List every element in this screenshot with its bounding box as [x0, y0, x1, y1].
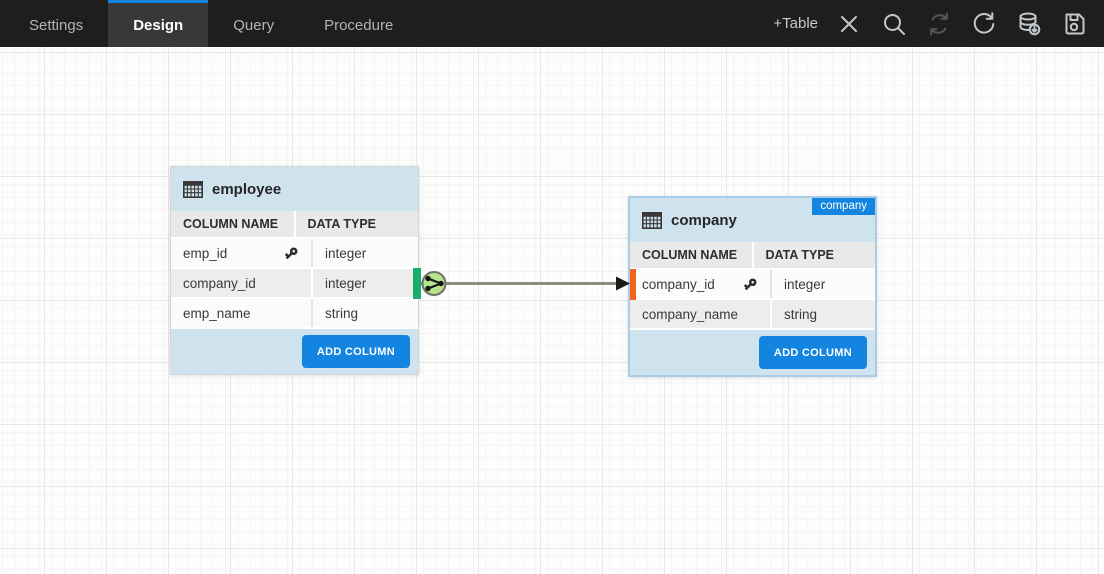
table-title: company [671, 212, 737, 229]
table-header-employee[interactable]: employee [171, 167, 418, 211]
data-type: string [313, 299, 418, 327]
search-icon[interactable] [880, 10, 908, 38]
design-canvas[interactable]: employee COLUMN NAME DATA TYPE emp_id in… [0, 47, 1104, 574]
data-type: integer [772, 270, 875, 298]
table-rows: emp_id integer company_id integer emp [171, 239, 418, 329]
add-table-button[interactable]: +Table [773, 15, 818, 32]
tab-settings[interactable]: Settings [4, 0, 108, 47]
column-name: company_id [183, 276, 256, 291]
column-name: emp_name [183, 306, 251, 321]
table-row[interactable]: company_id integer [171, 269, 418, 299]
add-column-button[interactable]: ADD COLUMN [759, 336, 867, 369]
table-row[interactable]: company_name string [630, 300, 875, 330]
table-footer: ADD COLUMN [630, 330, 875, 375]
data-type-header: DATA TYPE [296, 211, 419, 237]
column-headers: COLUMN NAME DATA TYPE [630, 242, 875, 270]
relation-target-marker [630, 269, 636, 300]
column-name-header: COLUMN NAME [630, 242, 754, 268]
close-icon[interactable] [835, 10, 863, 38]
data-type: integer [313, 269, 418, 297]
add-column-button[interactable]: ADD COLUMN [302, 335, 410, 368]
table-row[interactable]: company_id integer [630, 270, 875, 300]
table-title: employee [212, 181, 281, 198]
table-footer: ADD COLUMN [171, 329, 418, 374]
column-name: emp_id [183, 246, 227, 261]
data-type: integer [313, 239, 418, 267]
relation-source-marker [413, 268, 421, 299]
relation-line[interactable] [0, 47, 1104, 574]
table-header-company[interactable]: company company [630, 198, 875, 242]
column-headers: COLUMN NAME DATA TYPE [171, 211, 418, 239]
relation-junction-icon [423, 272, 446, 295]
table-grid-icon [642, 212, 662, 229]
toolbar: Settings Design Query Procedure +Table [0, 0, 1104, 47]
table-card-company[interactable]: company company COLUMN NAME DATA TYPE co… [628, 196, 877, 377]
column-name: company_name [642, 307, 738, 322]
table-row[interactable]: emp_id integer [171, 239, 418, 269]
table-rows: company_id integer company_name string [630, 270, 875, 330]
data-type: string [772, 300, 875, 328]
data-type-header: DATA TYPE [754, 242, 876, 268]
column-name: company_id [642, 277, 715, 292]
refresh-icon[interactable] [970, 10, 998, 38]
table-grid-icon [183, 181, 203, 198]
table-row[interactable]: emp_name string [171, 299, 418, 329]
primary-key-icon [743, 277, 758, 292]
table-name-badge: company [812, 198, 875, 215]
database-export-icon[interactable] [1015, 10, 1043, 38]
tab-design[interactable]: Design [108, 0, 208, 47]
save-icon[interactable] [1060, 10, 1088, 38]
primary-key-icon [284, 246, 299, 261]
sync-icon[interactable] [925, 10, 953, 38]
tab-procedure[interactable]: Procedure [299, 0, 418, 47]
table-card-employee[interactable]: employee COLUMN NAME DATA TYPE emp_id in… [170, 166, 419, 375]
column-name-header: COLUMN NAME [171, 211, 296, 237]
tab-query[interactable]: Query [208, 0, 299, 47]
toolbar-actions: +Table [773, 0, 1104, 47]
tab-bar: Settings Design Query Procedure [0, 0, 418, 47]
